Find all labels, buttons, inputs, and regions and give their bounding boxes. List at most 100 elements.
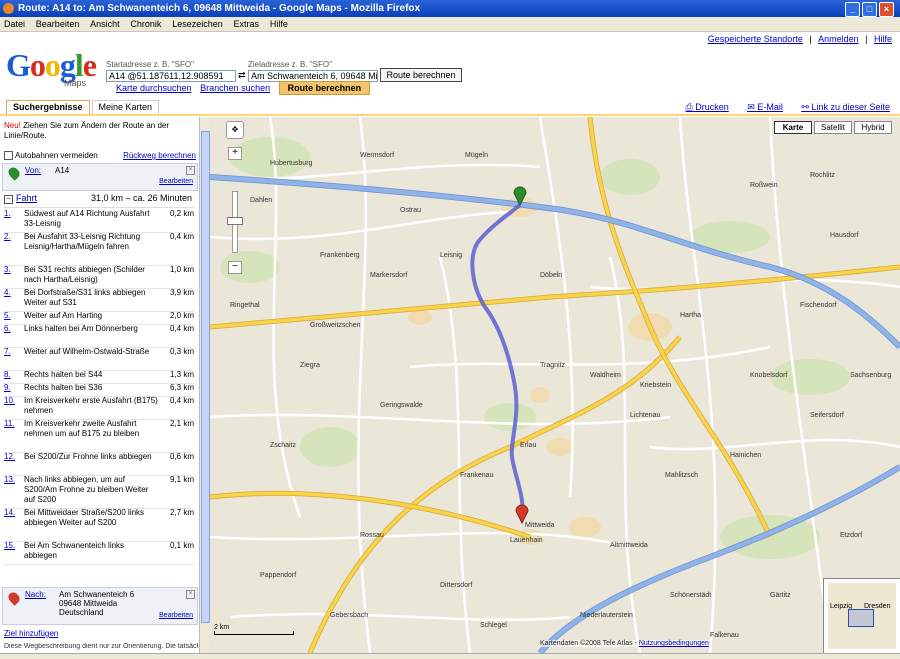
step-distance: 1,0 km xyxy=(169,265,194,274)
scrollbar-thumb[interactable] xyxy=(201,131,210,623)
menu-tools[interactable]: Extras xyxy=(230,17,264,31)
tab-my-maps[interactable]: Meine Karten xyxy=(91,100,160,114)
to-label[interactable]: Nach: xyxy=(25,590,46,599)
menu-help[interactable]: Hilfe xyxy=(266,17,292,31)
search-map-link[interactable]: Karte durchsuchen xyxy=(116,83,192,93)
step-number[interactable]: 13. xyxy=(4,475,15,485)
direction-step[interactable]: 14. Bei Mittweidaer Straße/S200 links abb… xyxy=(4,508,194,542)
direction-step[interactable]: 5. Weiter auf Am Harting 2,0 km xyxy=(4,311,194,325)
step-number[interactable]: 15. xyxy=(4,541,15,551)
menu-file[interactable]: Datei xyxy=(0,17,29,31)
step-number[interactable]: 6. xyxy=(4,324,11,334)
remove-end-icon[interactable]: × xyxy=(186,590,195,599)
overview-map[interactable]: Leipzig Dresden xyxy=(823,578,900,653)
permalink-label: Link zu dieser Seite xyxy=(811,102,890,112)
permalink-link[interactable]: ⚯ Link zu dieser Seite xyxy=(793,102,890,112)
maximize-button[interactable]: □ xyxy=(862,2,877,17)
direction-step[interactable]: 11. Im Kreisverkehr zweite Ausfahrt nehme… xyxy=(4,419,194,453)
step-distance: 2,1 km xyxy=(169,419,194,428)
direction-step[interactable]: 10. Im Kreisverkehr erste Ausfahrt (B175)… xyxy=(4,396,194,420)
add-destination-link[interactable]: Ziel hinzufügen xyxy=(4,629,58,638)
map-place-label: Großweitzschen xyxy=(310,322,361,329)
account-links: Gespeicherte Standorte | Anmelden | Hilf… xyxy=(707,34,892,44)
direction-step[interactable]: 2. Bei Ausfahrt 33-Leisnig Richtung Leisn… xyxy=(4,232,194,266)
menu-edit[interactable]: Bearbeiten xyxy=(32,17,84,31)
direction-step[interactable]: 3. Bei S31 rechts abbiegen (Schilder nach… xyxy=(4,265,194,289)
calculate-route-button[interactable]: Route berechnen xyxy=(380,68,462,82)
menu-view[interactable]: Ansicht xyxy=(86,17,124,31)
disclaimer-text: Diese Wegbeschreibung dient nur zur Orie… xyxy=(4,643,198,650)
swap-arrow-icon[interactable]: ⇄ xyxy=(238,70,246,81)
step-number[interactable]: 7. xyxy=(4,347,11,357)
print-link[interactable]: ⎙ Drucken xyxy=(678,102,729,112)
zoom-in-button[interactable]: + xyxy=(228,147,242,160)
direction-step[interactable]: 8. Rechts halten bei S44 1,3 km xyxy=(4,370,194,384)
zoom-out-button[interactable]: − xyxy=(228,261,242,274)
map-place-label: Zschaitz xyxy=(270,442,297,449)
avoid-highways-checkbox[interactable] xyxy=(4,151,13,161)
step-number[interactable]: 9. xyxy=(4,383,11,393)
map-place-label: Mahlitzsch xyxy=(665,472,698,479)
direction-step[interactable]: 6. Links halten bei Am Dönnerberg 0,4 km xyxy=(4,324,194,348)
reverse-route-link[interactable]: Rückweg berechnen xyxy=(123,151,196,160)
direction-step[interactable]: 1. Südwest auf A14 Richtung Ausfahrt 33-L… xyxy=(4,209,194,233)
step-number[interactable]: 10. xyxy=(4,396,15,406)
remove-start-icon[interactable]: × xyxy=(186,166,195,175)
help-link[interactable]: Hilfe xyxy=(874,34,892,44)
menu-history[interactable]: Chronik xyxy=(126,17,165,31)
step-number[interactable]: 3. xyxy=(4,265,11,275)
step-distance: 0,4 km xyxy=(169,324,194,333)
email-link[interactable]: ✉ E-Mail xyxy=(739,102,783,112)
edit-end-link[interactable]: Bearbeiten xyxy=(159,612,193,619)
google-maps-logo[interactable]: Google Maps xyxy=(6,48,102,94)
step-distance: 6,3 km xyxy=(169,383,194,392)
step-instruction: Weiter auf Wilhelm-Ostwald-Straße xyxy=(24,347,150,356)
map-type-satellite-button[interactable]: Satellit xyxy=(814,121,852,134)
step-number[interactable]: 2. xyxy=(4,232,11,242)
collapse-icon[interactable]: − xyxy=(4,195,13,204)
route-mode-tab[interactable]: Route berechnen xyxy=(278,81,371,95)
map-type-map-button[interactable]: Karte xyxy=(774,121,812,134)
from-label[interactable]: Von: xyxy=(25,166,41,175)
step-number[interactable]: 14. xyxy=(4,508,15,518)
menu-bookmarks[interactable]: Lesezeichen xyxy=(168,17,227,31)
direction-step[interactable]: 4. Bei Dorfstraße/S31 links abbiegen Weit… xyxy=(4,288,194,312)
panel-scrollbar[interactable] xyxy=(199,117,210,653)
minimize-button[interactable]: _ xyxy=(845,2,860,17)
close-button[interactable]: × xyxy=(879,2,894,17)
direction-step[interactable]: 12. Bei S200/Zur Frohne links abbiegen 0,6… xyxy=(4,452,194,476)
map-place-label: Altmittweida xyxy=(610,542,648,549)
drive-label[interactable]: Fahrt xyxy=(16,193,37,203)
step-number[interactable]: 5. xyxy=(4,311,11,321)
map-canvas[interactable]: Hubertusburg Wermsdorf Dahlen Mügeln Leisnig… xyxy=(210,117,900,653)
direction-step[interactable]: 13. Nach links abbiegen, um auf S200/Am F… xyxy=(4,475,194,509)
map-place-label: Mittweida xyxy=(525,522,555,529)
edit-start-link[interactable]: Bearbeiten xyxy=(159,178,193,185)
step-distance: 0,1 km xyxy=(169,541,194,550)
overview-viewport-box[interactable] xyxy=(848,609,874,627)
zoom-slider-handle[interactable] xyxy=(227,217,243,225)
step-number[interactable]: 11. xyxy=(4,419,15,429)
step-number[interactable]: 4. xyxy=(4,288,11,298)
start-address-label: Startadresse z. B. "SFO" xyxy=(106,60,194,69)
step-instruction: Bei Dorfstraße/S31 links abbiegen Weiter… xyxy=(24,288,146,307)
tab-search-results[interactable]: Suchergebnisse xyxy=(6,100,90,114)
pan-control-icon[interactable]: ✥ xyxy=(226,121,244,139)
start-address-input[interactable]: A14 @51.187611,12.908591 xyxy=(106,70,236,82)
terms-link[interactable]: Nutzungsbedingungen xyxy=(639,640,709,647)
forest-area xyxy=(300,427,360,467)
step-number[interactable]: 8. xyxy=(4,370,11,380)
step-number[interactable]: 12. xyxy=(4,452,15,462)
direction-step[interactable]: 9. Rechts halten bei S36 6,3 km xyxy=(4,383,194,397)
map-type-hybrid-button[interactable]: Hybrid xyxy=(854,121,892,134)
map-place-label: Erlau xyxy=(520,442,536,449)
search-business-link[interactable]: Branchen suchen xyxy=(200,83,270,93)
saved-places-link[interactable]: Gespeicherte Standorte xyxy=(708,34,803,44)
direction-step[interactable]: 15. Bei Am Schwanenteich links abbiegen 0,… xyxy=(4,541,194,565)
step-number[interactable]: 1. xyxy=(4,209,11,219)
step-instruction: Im Kreisverkehr erste Ausfahrt (B175) ne… xyxy=(24,396,158,415)
direction-step[interactable]: 7. Weiter auf Wilhelm-Ostwald-Straße 0,3 k… xyxy=(4,347,194,371)
login-link[interactable]: Anmelden xyxy=(818,34,859,44)
step-instruction: Rechts halten bei S36 xyxy=(24,383,103,392)
step-instruction: Links halten bei Am Dönnerberg xyxy=(24,324,138,333)
